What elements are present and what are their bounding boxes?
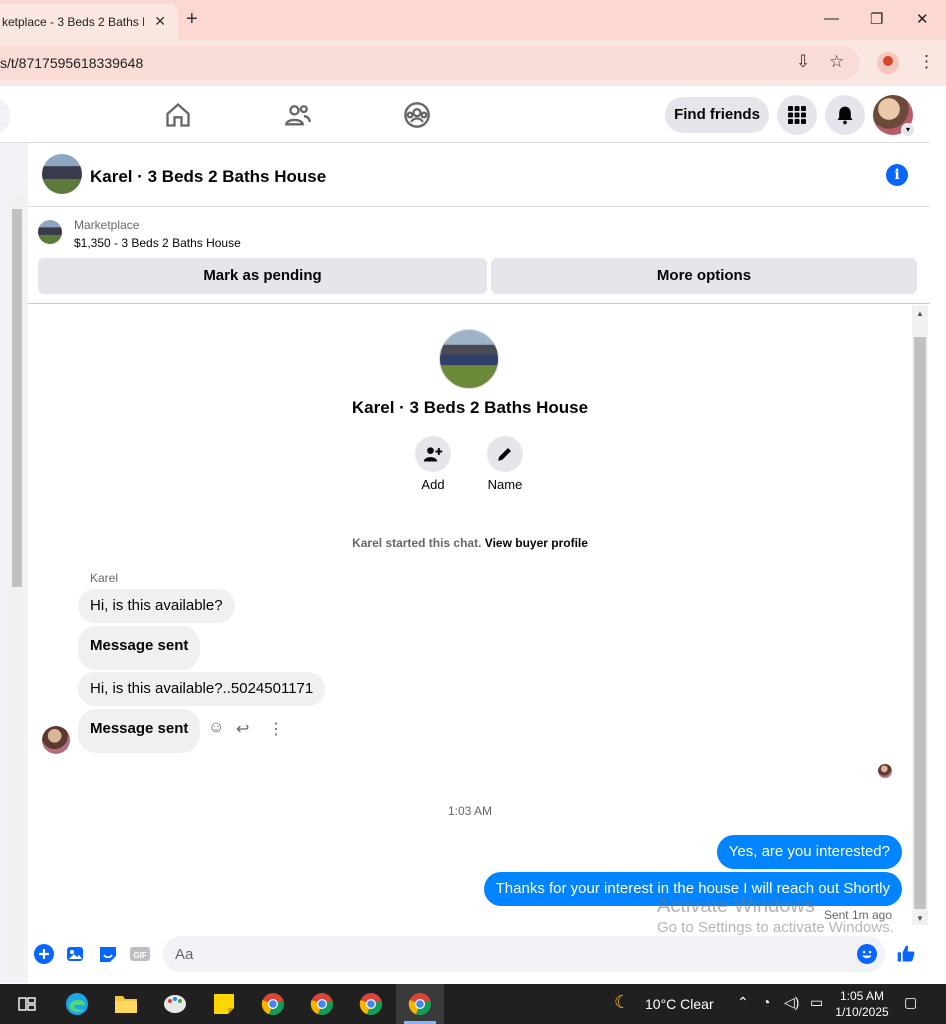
like-thumb-icon[interactable] [896,944,916,964]
react-emoji-icon[interactable]: ☺ [208,719,224,737]
view-buyer-profile-link[interactable]: View buyer profile [485,536,588,550]
clock-date: 1/10/2025 [835,1005,889,1019]
reply-icon[interactable]: ↩ [236,719,249,739]
sender-name: Karel [90,571,119,585]
svg-text:GIF: GIF [133,951,146,960]
pencil-icon [498,448,511,461]
minimize-icon[interactable]: — [824,10,839,27]
chat-header: Karel · 3 Beds 2 Baths House i [28,143,930,207]
edit-name-button[interactable] [487,436,523,472]
message-composer: GIF [28,935,930,975]
file-explorer-icon[interactable] [112,990,140,1018]
incoming-message[interactable]: Hi, is this available? [78,589,235,623]
chat-avatar[interactable] [42,154,82,194]
seen-receipt-avatar [878,764,892,778]
chrome-profile-b-icon[interactable] [308,990,336,1018]
menu-grid-button[interactable] [777,95,817,135]
emoji-icon[interactable] [857,944,877,964]
find-friends-button[interactable]: Find friends [665,97,769,133]
more-actions-icon[interactable]: ⋮ [268,719,284,739]
sticky-notes-icon[interactable] [210,990,238,1018]
conversation-avatar [439,329,499,389]
activate-windows-hint: Go to Settings to activate Windows. [657,919,894,936]
browser-tabstrip: ketplace - 3 Beds 2 Baths H ✕ + — ❐ ✕ [0,0,946,40]
friends-icon[interactable] [284,101,312,129]
scroll-down-icon[interactable]: ▼ [916,914,924,923]
browser-menu-icon[interactable]: ⋮ [918,52,935,72]
conversation-pane: Karel · 3 Beds 2 Baths House Add Name Ka… [28,305,912,936]
groups-icon[interactable] [403,101,431,129]
listing-price-title[interactable]: $1,350 - 3 Beds 2 Baths House [74,236,241,250]
message-input[interactable] [163,936,885,972]
chevron-up-icon[interactable]: ⌃ [737,994,749,1011]
task-view-icon[interactable] [13,990,41,1018]
more-attachments-icon[interactable] [34,944,54,964]
close-tab-icon[interactable]: ✕ [154,13,166,30]
mark-as-pending-button[interactable]: Mark as pending [38,258,487,294]
account-avatar[interactable]: ▾ [873,95,915,137]
add-person-button[interactable] [415,436,451,472]
wifi-icon[interactable]: ◔ [762,994,770,1010]
add-person-icon [423,447,443,462]
chrome-profile-c-icon[interactable] [357,990,385,1018]
notifications-button[interactable] [825,95,865,135]
name-label: Name [487,477,523,492]
facebook-top-nav: Find friends ▾ [0,87,930,143]
sticker-icon[interactable] [98,944,118,964]
chat-title[interactable]: Karel · 3 Beds 2 Baths House [90,167,326,187]
notification-center-icon[interactable]: ▢ [904,994,917,1011]
info-icon[interactable]: i [886,164,908,186]
activate-windows-watermark: Activate Windows [657,895,815,917]
system-clock[interactable]: 1:05 AM 1/10/2025 [832,988,892,1020]
url-field[interactable]: s/t/8717595618339648 [0,46,860,80]
moon-weather-icon: ☾ [614,992,631,1012]
more-options-button[interactable]: More options [491,258,917,294]
chrome-profile-a-icon[interactable] [259,990,287,1018]
outgoing-message[interactable]: Yes, are you interested? [716,835,902,869]
paint-icon[interactable] [161,990,189,1018]
bookmark-star-icon[interactable]: ☆ [829,52,844,72]
edge-icon[interactable] [63,990,91,1018]
message-timestamp: 1:03 AM [447,804,493,818]
weather-text[interactable]: 10°C Clear [645,996,714,1012]
volume-icon[interactable]: ◁) [784,994,799,1011]
scroll-up-icon[interactable]: ▲ [916,309,924,318]
home-icon[interactable] [164,101,192,129]
left-scrollbar[interactable] [10,195,24,975]
incoming-message[interactable]: Hi, is this available?..5024501171 [78,672,326,706]
incoming-message[interactable]: Message sent [78,709,201,753]
chat-started-notice: Karel started this chat. View buyer prof… [28,536,912,550]
chevron-down-icon: ▾ [901,123,915,137]
marketplace-label: Marketplace [74,218,140,232]
gif-icon[interactable]: GIF [130,944,150,964]
incoming-message[interactable]: Message sent [78,626,201,670]
add-label: Add [421,477,445,492]
sender-avatar[interactable] [42,726,70,754]
started-text: Karel started this chat. [352,536,482,550]
conversation-scrollbar[interactable]: ▲ ▼ [912,305,928,925]
conversation-title: Karel · 3 Beds 2 Baths House [351,398,589,417]
browser-tab[interactable]: ketplace - 3 Beds 2 Baths H ✕ [0,4,178,40]
conversation-scrollbar-thumb[interactable] [914,337,926,909]
battery-icon[interactable]: ▭ [810,994,823,1011]
install-app-icon[interactable]: ⇩ [796,52,810,72]
windows-taskbar: ☾ 10°C Clear ⌃ ◔ ◁) ▭ 1:05 AM 1/10/2025 … [0,984,946,1024]
bell-icon [837,106,853,125]
grid-icon [788,106,806,124]
marketplace-listing-bar: Marketplace $1,350 - 3 Beds 2 Baths Hous… [28,208,930,304]
left-scrollbar-thumb[interactable] [12,209,22,587]
browser-profile-icon[interactable] [877,52,899,74]
chrome-active-icon[interactable] [406,990,434,1018]
tab-title: ketplace - 3 Beds 2 Baths H [2,15,144,29]
search-bar-stub[interactable] [0,99,10,133]
clock-time: 1:05 AM [839,989,885,1003]
restore-icon[interactable]: ❐ [870,10,883,28]
listing-thumbnail[interactable] [38,220,62,244]
photo-icon[interactable] [66,944,86,964]
close-window-icon[interactable]: ✕ [916,10,929,28]
new-tab-icon[interactable]: + [186,8,198,31]
